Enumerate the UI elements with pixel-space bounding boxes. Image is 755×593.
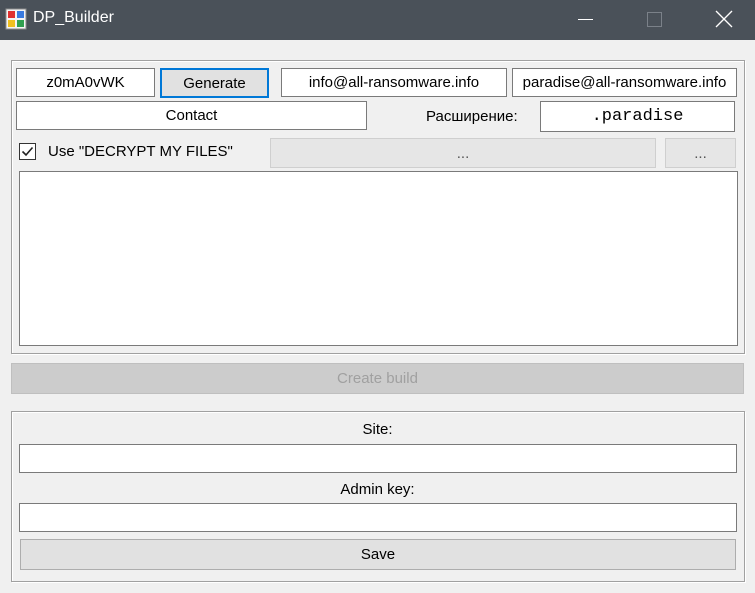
close-icon xyxy=(715,10,733,28)
browse-button[interactable]: ... xyxy=(665,138,736,168)
minimize-button[interactable] xyxy=(562,0,608,40)
minimize-icon xyxy=(578,19,593,20)
contact-field[interactable]: Contact xyxy=(16,101,367,130)
close-button[interactable] xyxy=(699,0,745,40)
notes-textarea[interactable] xyxy=(19,171,738,346)
save-button[interactable]: Save xyxy=(20,539,736,570)
window-title: DP_Builder xyxy=(33,9,114,26)
admin-key-label: Admin key: xyxy=(340,481,415,498)
maximize-button[interactable] xyxy=(632,0,678,40)
app-icon xyxy=(5,8,27,30)
key-field[interactable]: z0mA0vWK xyxy=(16,68,155,97)
maximize-icon xyxy=(647,12,662,27)
title-bar[interactable]: DP_Builder xyxy=(0,0,755,40)
extension-field[interactable]: .paradise xyxy=(540,101,735,132)
site-input[interactable] xyxy=(19,444,737,473)
admin-key-input[interactable] xyxy=(19,503,737,532)
extension-label: Расширение: xyxy=(426,108,518,125)
decrypt-checkbox-label[interactable]: Use "DECRYPT MY FILES" xyxy=(48,143,233,160)
decrypt-path-field[interactable]: ... xyxy=(270,138,656,168)
email-field-1[interactable]: info@all-ransomware.info xyxy=(281,68,507,97)
decrypt-checkbox[interactable] xyxy=(19,143,36,160)
email-field-2[interactable]: paradise@all-ransomware.info xyxy=(512,68,737,97)
checkmark-icon xyxy=(21,146,34,157)
site-label: Site: xyxy=(362,421,393,438)
generate-button[interactable]: Generate xyxy=(160,68,269,98)
create-build-button[interactable]: Create build xyxy=(11,363,744,394)
